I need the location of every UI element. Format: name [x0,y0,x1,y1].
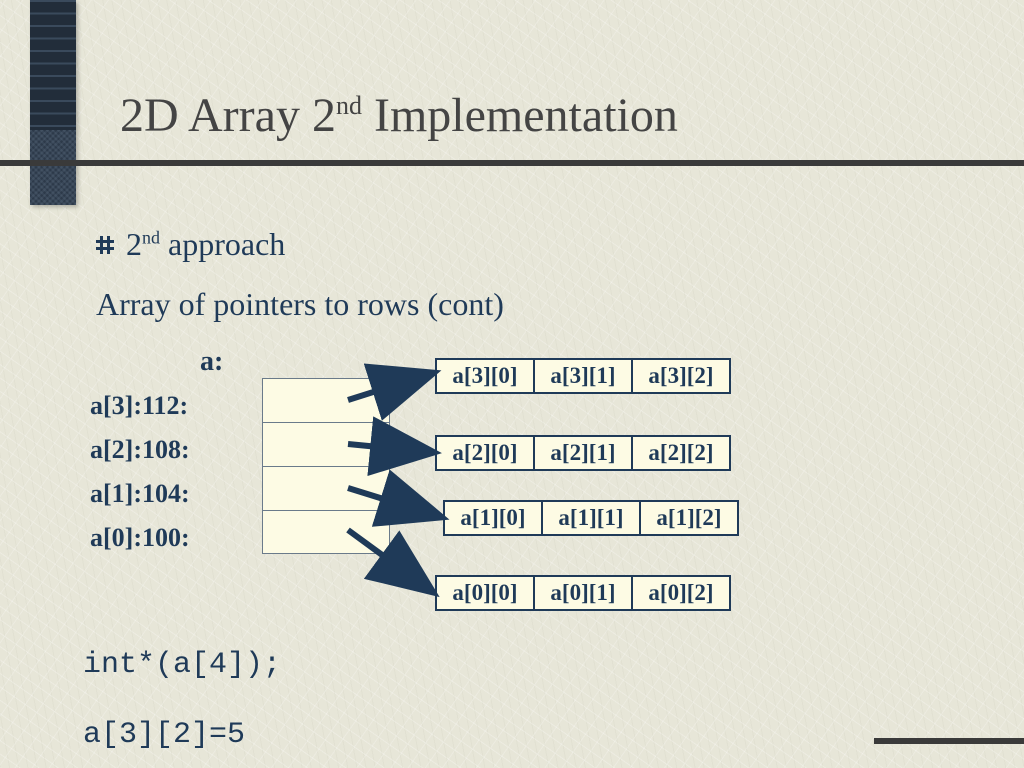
array-cell: a[1][1] [541,500,641,536]
bullet-pre: 2 [126,226,142,262]
bullet-text: 2nd approach [126,226,285,263]
array-cell: a[1][2] [639,500,739,536]
array-cell: a[3][1] [533,358,633,394]
array-cell: a[3][0] [435,358,535,394]
pointer-cell [262,422,390,466]
pointer-table [262,378,390,554]
data-row-2: a[2][0] a[2][1] a[2][2] [435,435,731,471]
array-cell: a[0][1] [533,575,633,611]
pointer-cell [262,510,390,554]
array-cell: a[0][0] [435,575,535,611]
array-cell: a[2][2] [631,435,731,471]
title-sup: nd [336,91,362,120]
footer-rule [874,738,1024,744]
code-assignment: a[3][2]=5 [83,718,245,752]
bullet-post: approach [160,226,285,262]
code-declaration: int*(a[4]); [83,648,281,682]
pointer-cell [262,378,390,422]
slide-title: 2D Array 2nd Implementation [120,88,678,143]
data-row-3: a[3][0] a[3][1] a[3][2] [435,358,731,394]
subtitle-text: Array of pointers to rows (cont) [96,286,504,323]
pointer-label: a[1]:104: [90,472,190,516]
array-cell: a[2][0] [435,435,535,471]
pointer-label: a[3]:112: [90,384,190,428]
slide-decor-block [30,0,76,205]
pointer-label: a[0]:100: [90,516,190,560]
pointer-block-header: a: [200,346,223,378]
bullet-icon [96,236,116,256]
title-rule [0,160,1024,166]
pointer-label: a[2]:108: [90,428,190,472]
title-post: Implementation [362,89,678,142]
array-cell: a[3][2] [631,358,731,394]
bullet-sup: nd [142,227,160,247]
title-pre: 2D Array 2 [120,89,336,142]
array-cell: a[0][2] [631,575,731,611]
array-cell: a[1][0] [443,500,543,536]
pointer-labels: a[3]:112: a[2]:108: a[1]:104: a[0]:100: [90,384,190,560]
array-cell: a[2][1] [533,435,633,471]
data-row-1: a[1][0] a[1][1] a[1][2] [443,500,739,536]
pointer-cell [262,466,390,510]
data-row-0: a[0][0] a[0][1] a[0][2] [435,575,731,611]
